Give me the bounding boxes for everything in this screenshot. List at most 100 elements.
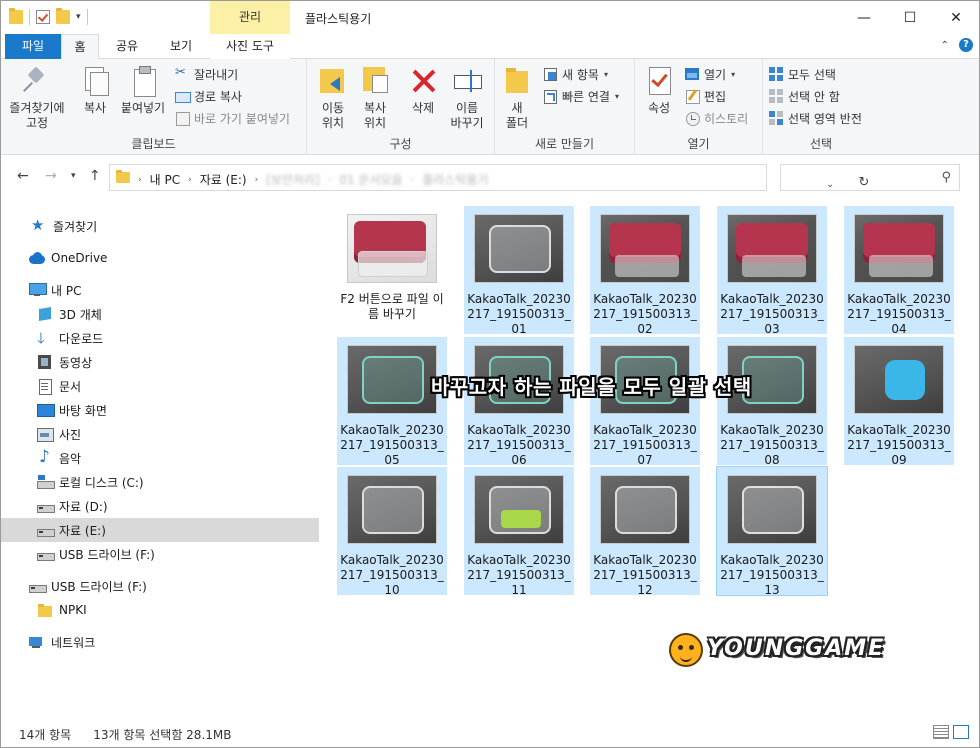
history-button[interactable]: 히스토리 [685,108,748,128]
select-group: 모두 선택 선택 안 함 선택 영역 반전 선택 [763,59,879,155]
details-view-icon[interactable] [933,725,949,739]
nav-item-this-pc[interactable]: 내 PC [1,278,319,302]
file-item[interactable]: KakaoTalk_20230217_191500313_10 [337,467,447,597]
file-item[interactable]: KakaoTalk_20230217_191500313_13 [716,466,828,597]
delete-button[interactable]: 삭제 [405,65,441,116]
nav-item-drive-e[interactable]: 자료 (E:) [1,518,319,542]
file-explorer-window: ▾ 관리 플라스틱용기 — ☐ ✕ 파일 홈 공유 보기 사진 도구 ⌃ ? 즐… [0,0,980,748]
file-item[interactable]: KakaoTalk_20230217_191500313_04 [844,206,954,336]
file-name: KakaoTalk_20230217_191500313_07 [593,423,697,467]
file-item[interactable]: KakaoTalk_20230217_191500313_02 [590,206,700,336]
file-item[interactable]: KakaoTalk_20230217_191500313_01 [464,206,574,336]
back-arrow-icon[interactable]: ← [17,168,29,184]
ribbon-options: ⌃ ? [941,38,973,52]
paste-button[interactable]: 붙여넣기 [117,65,169,116]
nav-item-drive-d[interactable]: 자료 (D:) [1,494,319,518]
properties-label: 속성 [647,101,671,115]
collapse-ribbon-chevron-icon[interactable]: ⌃ [941,40,949,51]
move-to-button[interactable]: 이동 위치 [313,65,353,131]
breadcrumb-item[interactable]: 플라스틱용기 [422,171,488,188]
file-item[interactable]: KakaoTalk_20230217_191500313_11 [464,467,574,597]
copy-path-button[interactable]: 경로 복사 [175,86,242,106]
file-item[interactable]: KakaoTalk_20230217_191500313_06 [464,337,574,467]
nav-item-3d-objects[interactable]: 3D 개체 [1,302,319,326]
divider [29,9,30,25]
computer-icon [29,283,47,297]
properties-qat-icon[interactable] [36,10,50,24]
nav-item-desktop[interactable]: 바탕 화면 [1,398,319,422]
tab-share[interactable]: 공유 [107,34,147,59]
select-none-button[interactable]: 선택 안 함 [769,86,840,106]
paste-shortcut-button[interactable]: 바로 가기 붙여넣기 [175,108,290,128]
nav-item-music[interactable]: 음악 [1,446,319,470]
new-folder-button[interactable]: 새 폴더 [501,65,533,131]
pin-icon [22,65,52,97]
divider [86,9,88,25]
star-icon [31,216,47,234]
new-folder-qat-icon[interactable] [56,8,70,24]
easy-access-button[interactable]: 빠른 연결 ▾ [543,86,619,106]
chevron-down-icon: ▾ [614,91,619,101]
file-item[interactable]: KakaoTalk_20230217_191500313_05 [337,337,447,467]
maximize-button[interactable]: ☐ [887,1,933,34]
tab-view[interactable]: 보기 [159,34,203,59]
large-icons-view-icon[interactable] [953,725,969,739]
open-group: 속성 열기 ▾ 편집 히스토리 열기 [635,59,763,155]
up-arrow-icon[interactable]: ↑ [89,168,101,184]
address-bar[interactable]: › 내 PC › 자료 (E:) › [보안처리] › 01 문서모음 › 플라… [109,164,869,191]
tab-picture-tools[interactable]: 사진 도구 [210,34,290,59]
cube-icon [37,307,53,321]
breadcrumb-item[interactable]: [보안처리] [266,171,320,188]
properties-button[interactable]: 속성 [641,65,677,116]
nav-item-usb-drive-f-root[interactable]: USB 드라이브 (F:) [1,574,319,598]
nav-item-documents[interactable]: 문서 [1,374,319,398]
search-input[interactable]: ⚲ [780,164,960,191]
breadcrumb-item[interactable]: 01 문서모음 [339,171,402,188]
customize-qat-chevron-icon[interactable]: ▾ [76,12,81,22]
tab-file[interactable]: 파일 [5,34,61,59]
nav-item-quick-access[interactable]: 즐겨찾기 [1,214,319,238]
file-name: KakaoTalk_20230217_191500313_03 [720,292,824,336]
nav-item-onedrive[interactable]: OneDrive [1,246,319,270]
chevron-right-icon: › [138,174,142,185]
overlay-caption: 바꾸고자 하는 파일을 모두 일괄 선택 [431,375,752,399]
open-group-label: 열기 [687,137,710,151]
help-icon[interactable]: ? [959,38,973,52]
nav-item-usb-drive-f[interactable]: USB 드라이브 (F:) [1,542,319,566]
nav-item-pictures[interactable]: 사진 [1,422,319,446]
breadcrumb-item[interactable]: 내 PC [150,171,180,188]
rename-button[interactable]: 이름 바꾸기 [445,65,489,131]
nav-item-label: USB 드라이브 (F:) [59,547,155,562]
edit-button[interactable]: 편집 [685,86,726,106]
cut-button[interactable]: 잘라내기 [175,64,238,84]
breadcrumb-item[interactable]: 자료 (E:) [200,171,247,188]
new-item-button[interactable]: 새 항목 ▾ [543,64,608,84]
file-item[interactable]: KakaoTalk_20230217_191500313_03 [717,206,827,336]
nav-item-videos[interactable]: 동영상 [1,350,319,374]
file-item[interactable]: KakaoTalk_20230217_191500313_07 [590,337,700,467]
invert-selection-button[interactable]: 선택 영역 반전 [769,108,862,128]
copy-button[interactable]: 복사 [75,65,115,116]
close-button[interactable]: ✕ [933,1,979,34]
tab-home[interactable]: 홈 [61,34,99,60]
file-item[interactable]: F2 버튼으로 파일 이름 바꾸기 [337,206,447,334]
file-thumbnail [600,214,690,283]
pin-to-quick-access-button[interactable]: 즐겨찾기에 고정 [7,65,67,131]
file-name: KakaoTalk_20230217_191500313_05 [340,423,444,467]
forward-arrow-icon[interactable]: → [45,168,57,184]
file-name: KakaoTalk_20230217_191500313_04 [847,292,951,336]
nav-item-network[interactable]: 네트워크 [1,630,319,654]
manage-contextual-tab[interactable]: 관리 [210,1,290,34]
file-item[interactable]: KakaoTalk_20230217_191500313_09 [844,337,954,467]
file-item[interactable]: KakaoTalk_20230217_191500313_12 [590,467,700,597]
minimize-button[interactable]: — [841,1,887,34]
nav-item-downloads[interactable]: 다운로드 [1,326,319,353]
status-text: 14개 항목 13개 항목 선택함 28.1MB [19,726,231,743]
file-item[interactable]: KakaoTalk_20230217_191500313_08 [717,337,827,467]
nav-item-npki[interactable]: NPKI [1,598,319,622]
nav-item-local-disk-c[interactable]: 로컬 디스크 (C:) [1,470,319,494]
recent-locations-chevron-icon[interactable]: ▾ [71,171,76,181]
select-all-button[interactable]: 모두 선택 [769,64,836,84]
open-button[interactable]: 열기 ▾ [685,64,735,84]
copy-to-button[interactable]: 복사 위치 [355,65,395,131]
